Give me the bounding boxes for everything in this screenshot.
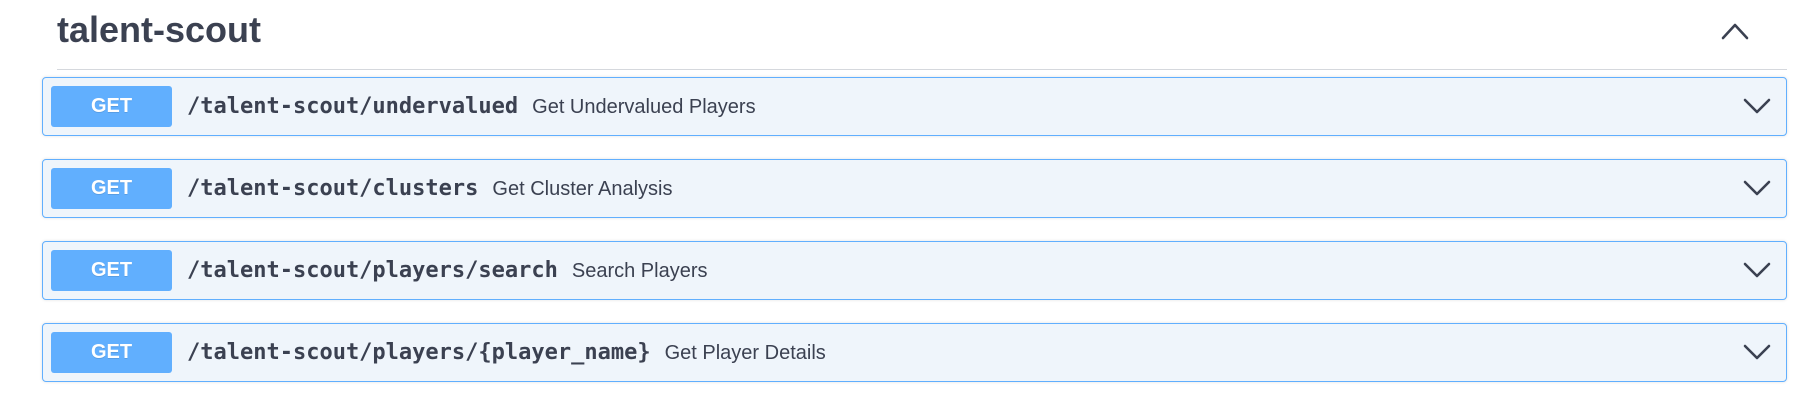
section-title[interactable]: talent-scout — [57, 8, 261, 52]
operation-get-undervalued[interactable]: GET /talent-scout/undervalued Get Underva… — [42, 77, 1787, 136]
chevron-down-icon — [1743, 262, 1771, 278]
path-text: /talent-scout/clusters — [187, 176, 479, 201]
operation-path[interactable]: /talent-scout/players/{player_name} Get P… — [187, 324, 826, 381]
method-badge[interactable]: GET — [51, 250, 172, 291]
path-text: /talent-scout/players/{player_name} — [187, 340, 651, 365]
expand-operation-button[interactable] — [1742, 174, 1772, 202]
chevron-up-icon — [1721, 23, 1749, 40]
operation-path[interactable]: /talent-scout/undervalued Get Undervalued… — [187, 78, 756, 135]
path-text: /talent-scout/undervalued — [187, 94, 519, 119]
operation-path[interactable]: /talent-scout/players/search Search Playe… — [187, 242, 708, 299]
expand-operation-button[interactable] — [1742, 256, 1772, 284]
operation-summary: Get Undervalued Players — [532, 96, 756, 118]
operation-summary: Get Cluster Analysis — [492, 178, 673, 200]
section-collapse-button[interactable] — [1715, 14, 1755, 48]
section-header[interactable]: talent-scout — [57, 0, 1787, 70]
operation-get-player-details[interactable]: GET /talent-scout/players/{player_name} G… — [42, 323, 1787, 382]
operation-get-players-search[interactable]: GET /talent-scout/players/search Search P… — [42, 241, 1787, 300]
operation-summary: Search Players — [571, 260, 708, 282]
chevron-down-icon — [1743, 180, 1771, 196]
expand-operation-button[interactable] — [1742, 338, 1772, 366]
operation-path[interactable]: /talent-scout/clusters Get Cluster Analys… — [187, 160, 672, 217]
method-badge[interactable]: GET — [51, 86, 172, 127]
operation-get-clusters[interactable]: GET /talent-scout/clusters Get Cluster An… — [42, 159, 1787, 218]
method-badge[interactable]: GET — [51, 332, 172, 373]
path-text: /talent-scout/players/search — [187, 258, 558, 283]
operations-list: GET /talent-scout/undervalued Get Underva… — [42, 77, 1787, 405]
expand-operation-button[interactable] — [1742, 92, 1772, 120]
chevron-down-icon — [1743, 344, 1771, 360]
method-badge[interactable]: GET — [51, 168, 172, 209]
operation-summary: Get Player Details — [664, 342, 826, 364]
chevron-down-icon — [1743, 98, 1771, 114]
